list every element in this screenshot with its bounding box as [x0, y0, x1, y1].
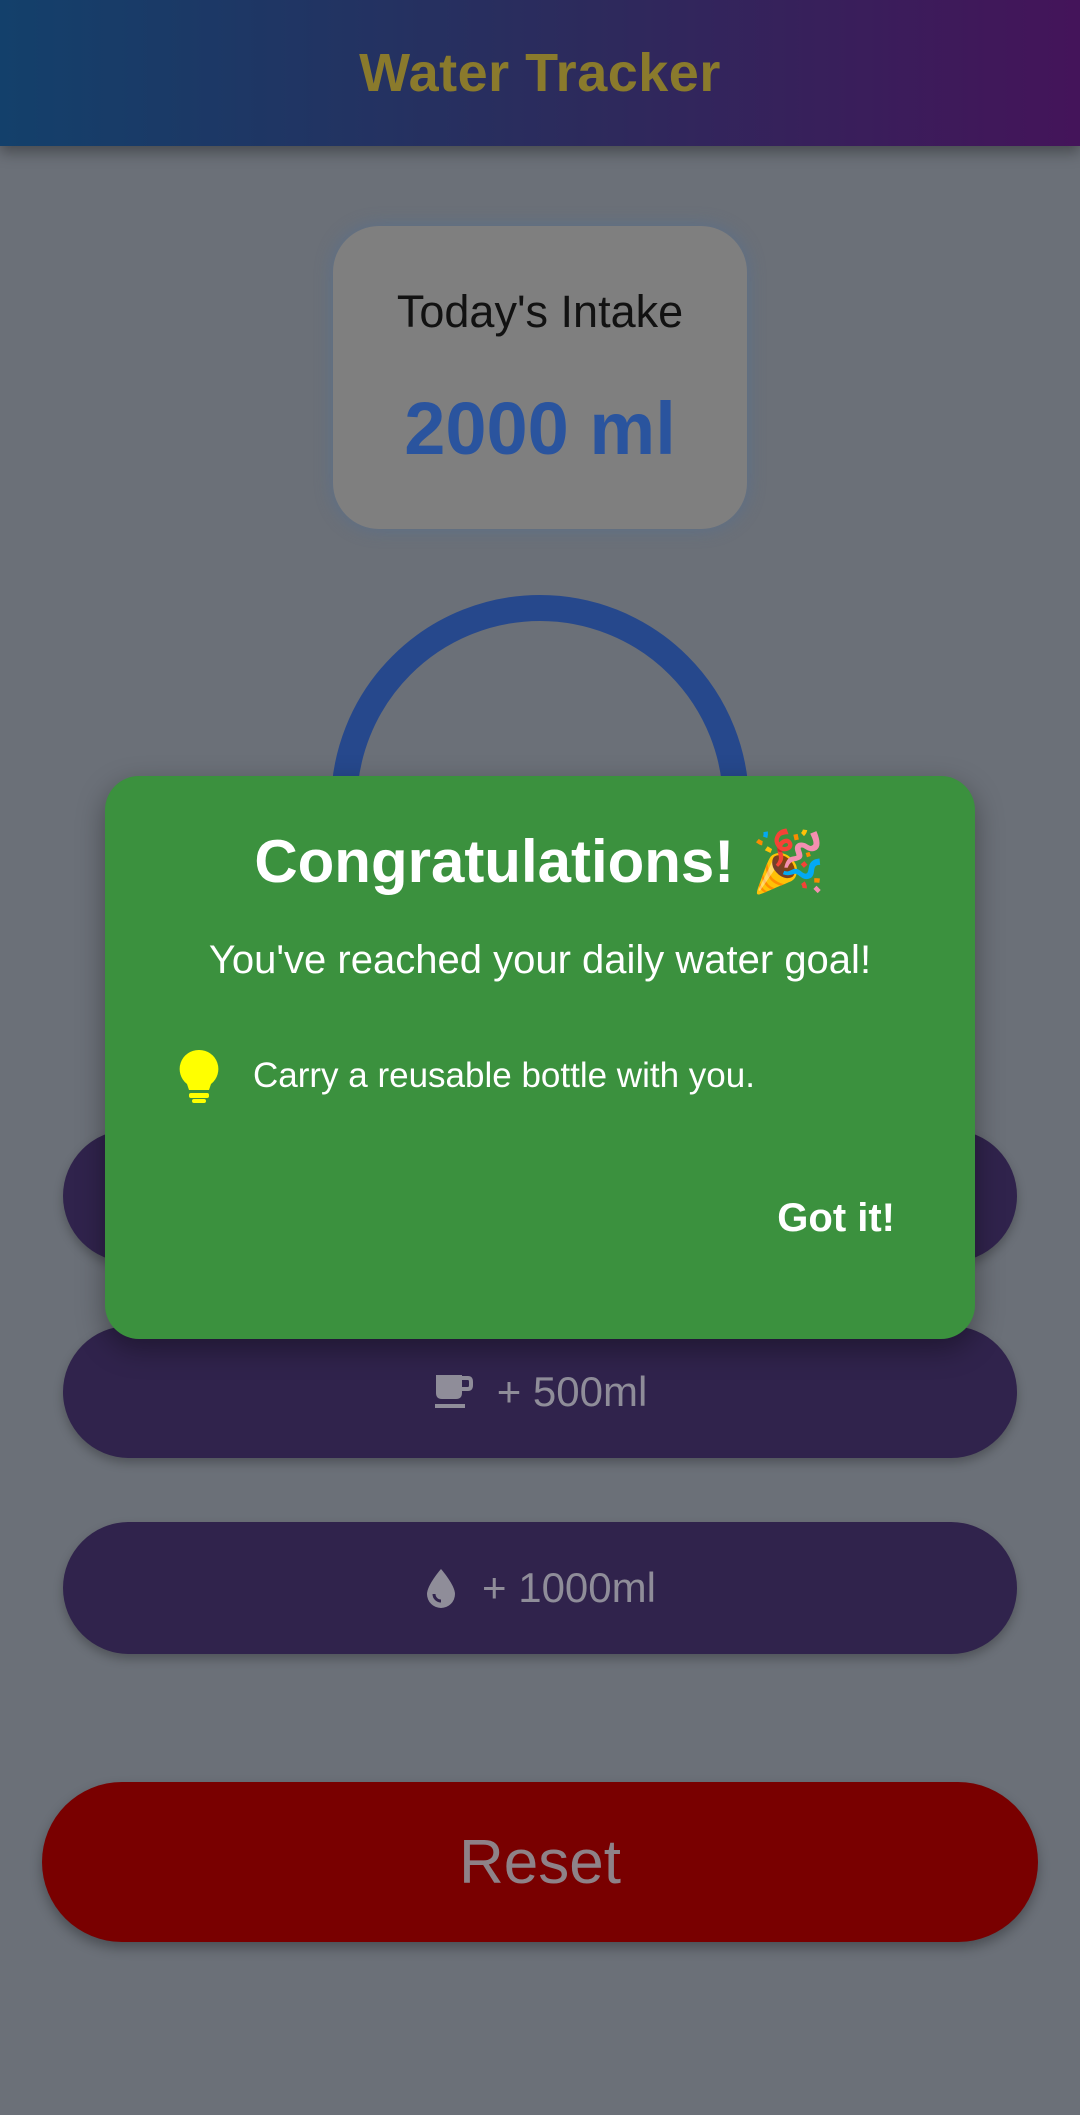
goal-reached-dialog: Congratulations! 🎉 You've reached your d… — [105, 776, 975, 1339]
water-drop-icon — [424, 1567, 458, 1609]
dialog-title: Congratulations! 🎉 — [254, 828, 826, 895]
intake-value: 2000 ml — [404, 387, 676, 470]
add-500ml-label: + 500ml — [496, 1368, 648, 1415]
add-1000ml-button[interactable]: + 1000ml — [63, 1522, 1017, 1654]
reset-label: Reset — [459, 1827, 621, 1897]
intake-card: Today's Intake 2000 ml — [333, 226, 747, 529]
dialog-message: You've reached your daily water goal! — [208, 938, 872, 982]
add-500ml-button[interactable]: + 500ml — [63, 1326, 1017, 1458]
intake-label: Today's Intake — [396, 286, 684, 337]
tip-text: Carry a reusable bottle with you. — [253, 1056, 755, 1095]
got-it-button[interactable]: Got it! — [767, 1190, 905, 1247]
lightbulb-icon — [177, 1048, 221, 1109]
app-title: Water Tracker — [359, 43, 721, 103]
app-bar: Water Tracker — [0, 0, 1080, 146]
reset-button[interactable]: Reset — [42, 1782, 1038, 1942]
coffee-cup-icon — [433, 1372, 473, 1412]
add-1000ml-label: + 1000ml — [482, 1564, 656, 1611]
